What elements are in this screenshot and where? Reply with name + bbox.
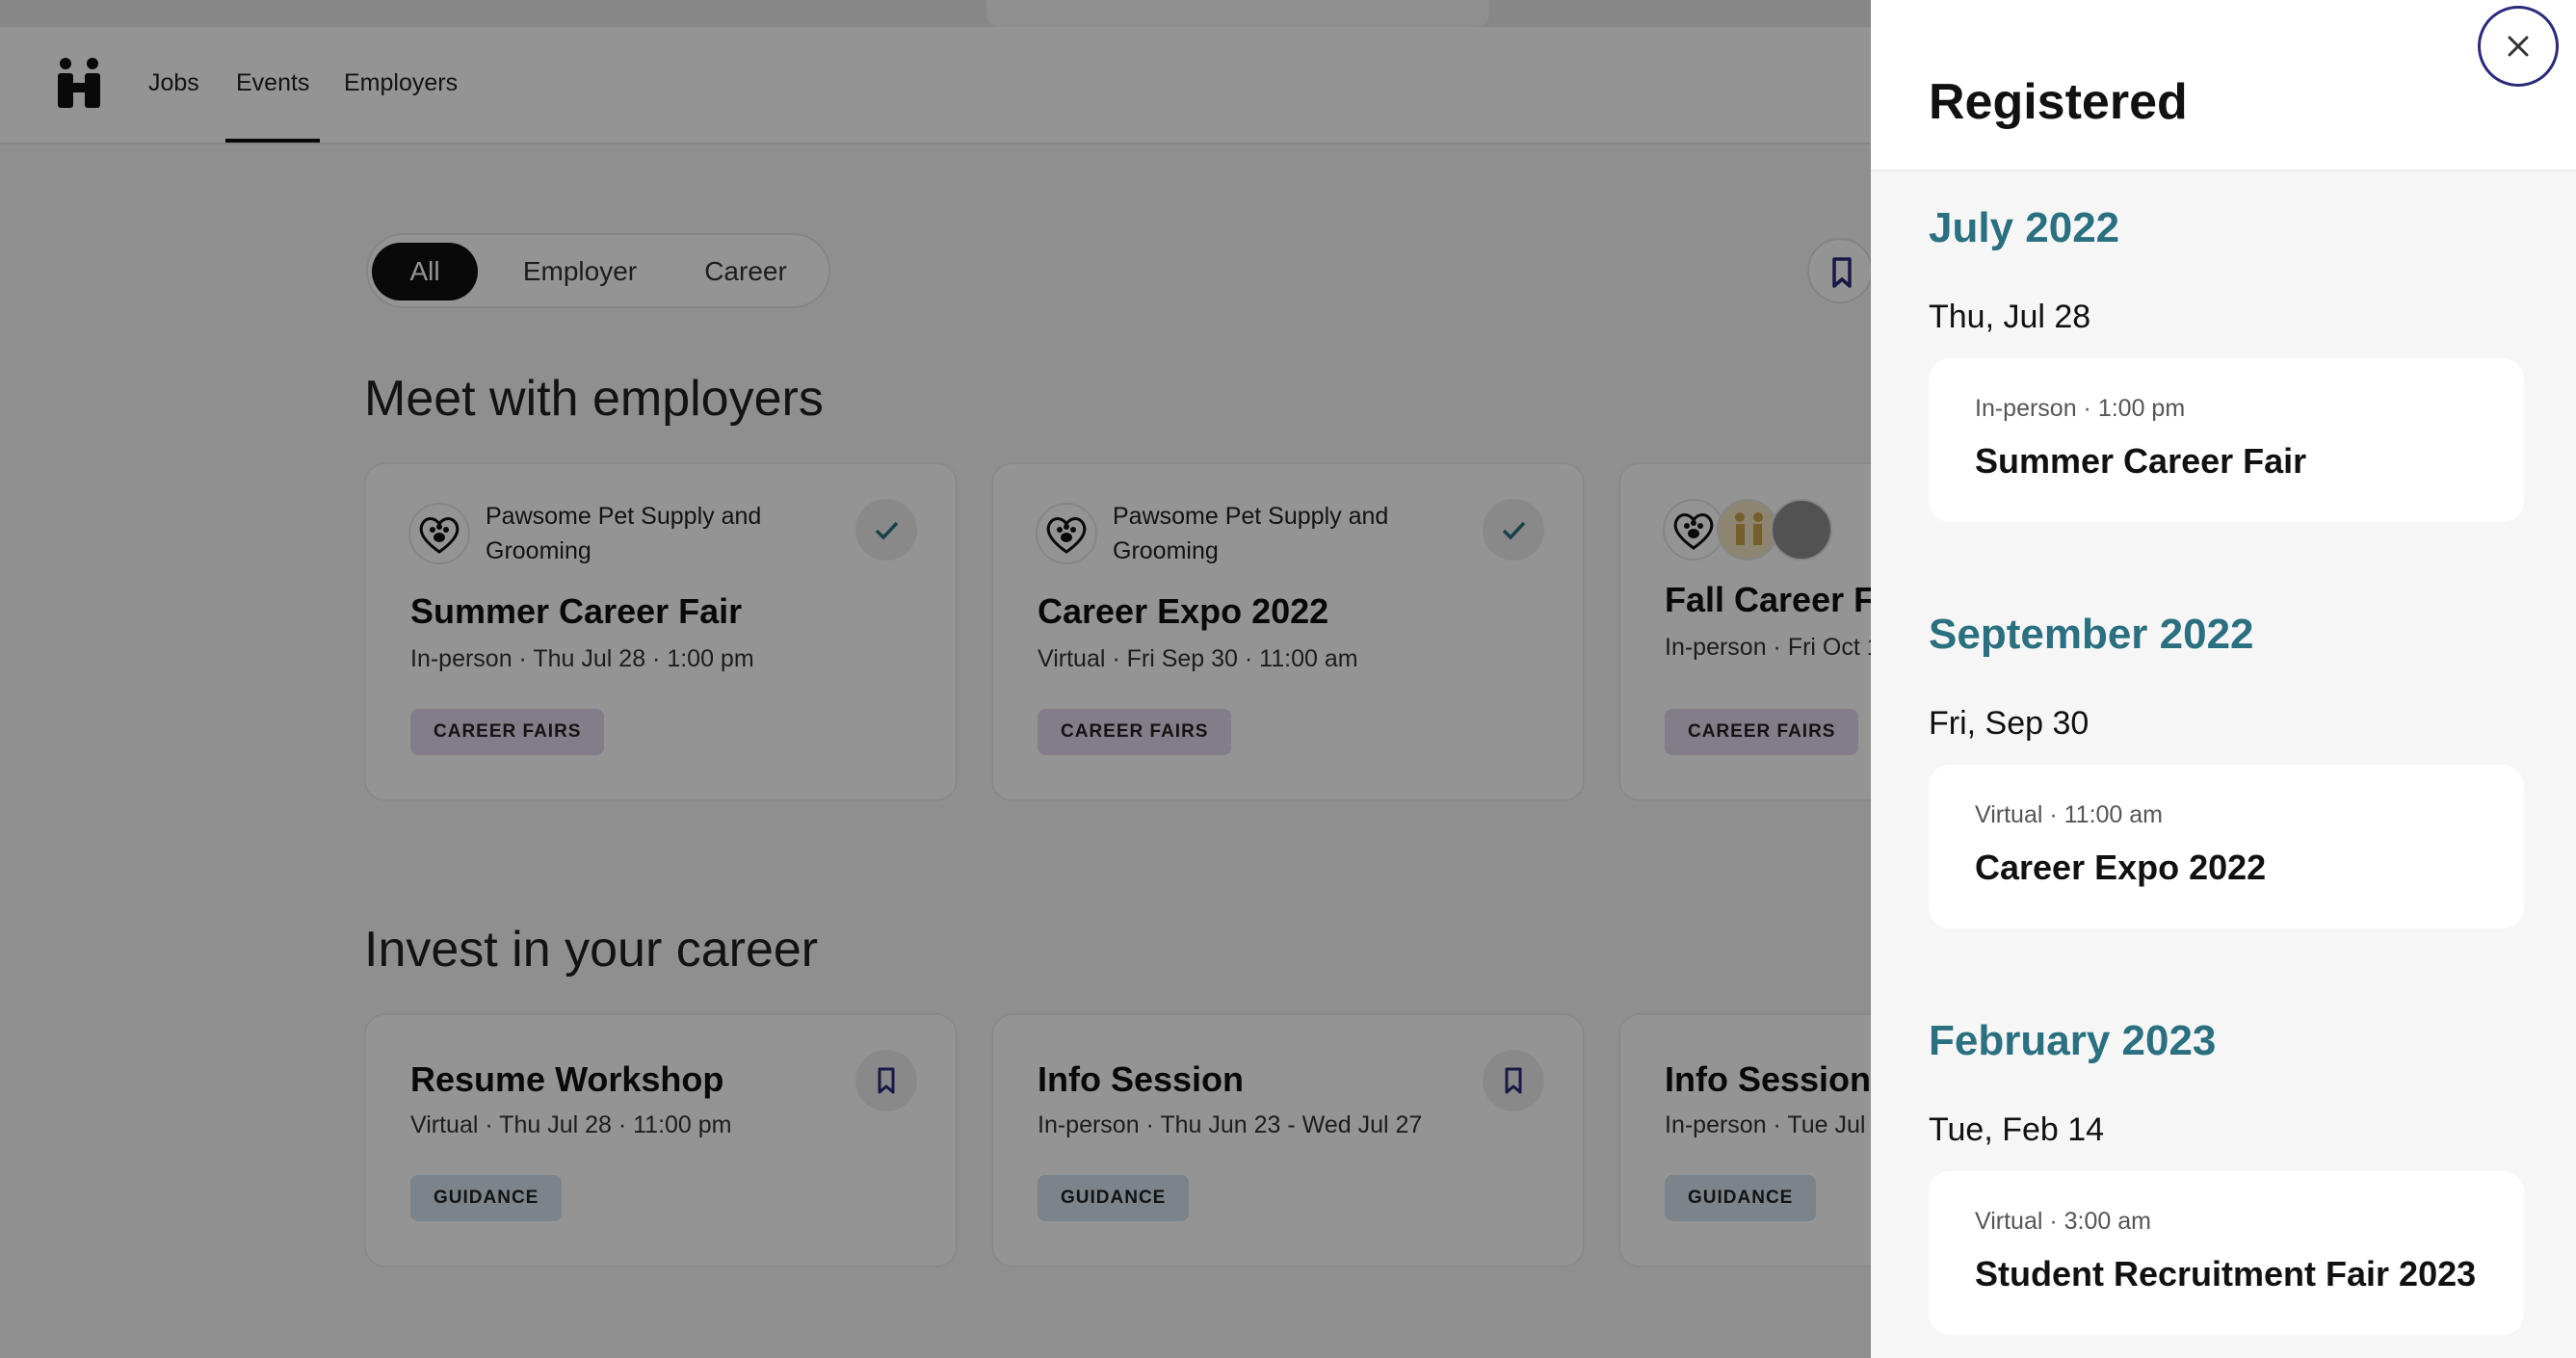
drawer-title: Registered	[1929, 74, 2188, 130]
registered-event-title: Student Recruitment Fair 2023	[1975, 1254, 2477, 1293]
close-button[interactable]	[2478, 6, 2559, 87]
registered-event-card[interactable]: Virtual · 11:00 am Career Expo 2022	[1929, 765, 2524, 928]
registered-event-card[interactable]: Virtual · 3:00 am Student Recruitment Fa…	[1929, 1171, 2524, 1335]
month-heading: September 2022	[1929, 611, 2254, 658]
drawer-header: Registered	[1871, 0, 2576, 171]
close-icon	[2508, 36, 2529, 57]
registered-event-card[interactable]: In-person · 1:00 pm Summer Career Fair	[1929, 358, 2524, 522]
modal-backdrop[interactable]	[0, 0, 1871, 1358]
day-heading: Fri, Sep 30	[1929, 705, 2090, 742]
registered-event-meta: Virtual · 3:00 am	[1975, 1208, 2151, 1235]
registered-event-title: Career Expo 2022	[1975, 848, 2267, 887]
registered-drawer: Registered July 2022 Thu, Jul 28 In-pers…	[1871, 0, 2576, 1358]
month-heading: July 2022	[1929, 204, 2120, 251]
month-heading: February 2023	[1929, 1017, 2217, 1064]
day-heading: Tue, Feb 14	[1929, 1111, 2105, 1148]
registered-event-meta: In-person · 1:00 pm	[1975, 395, 2186, 422]
day-heading: Thu, Jul 28	[1929, 299, 2091, 335]
registered-event-meta: Virtual · 11:00 am	[1975, 801, 2164, 828]
registered-event-title: Summer Career Fair	[1975, 441, 2307, 481]
